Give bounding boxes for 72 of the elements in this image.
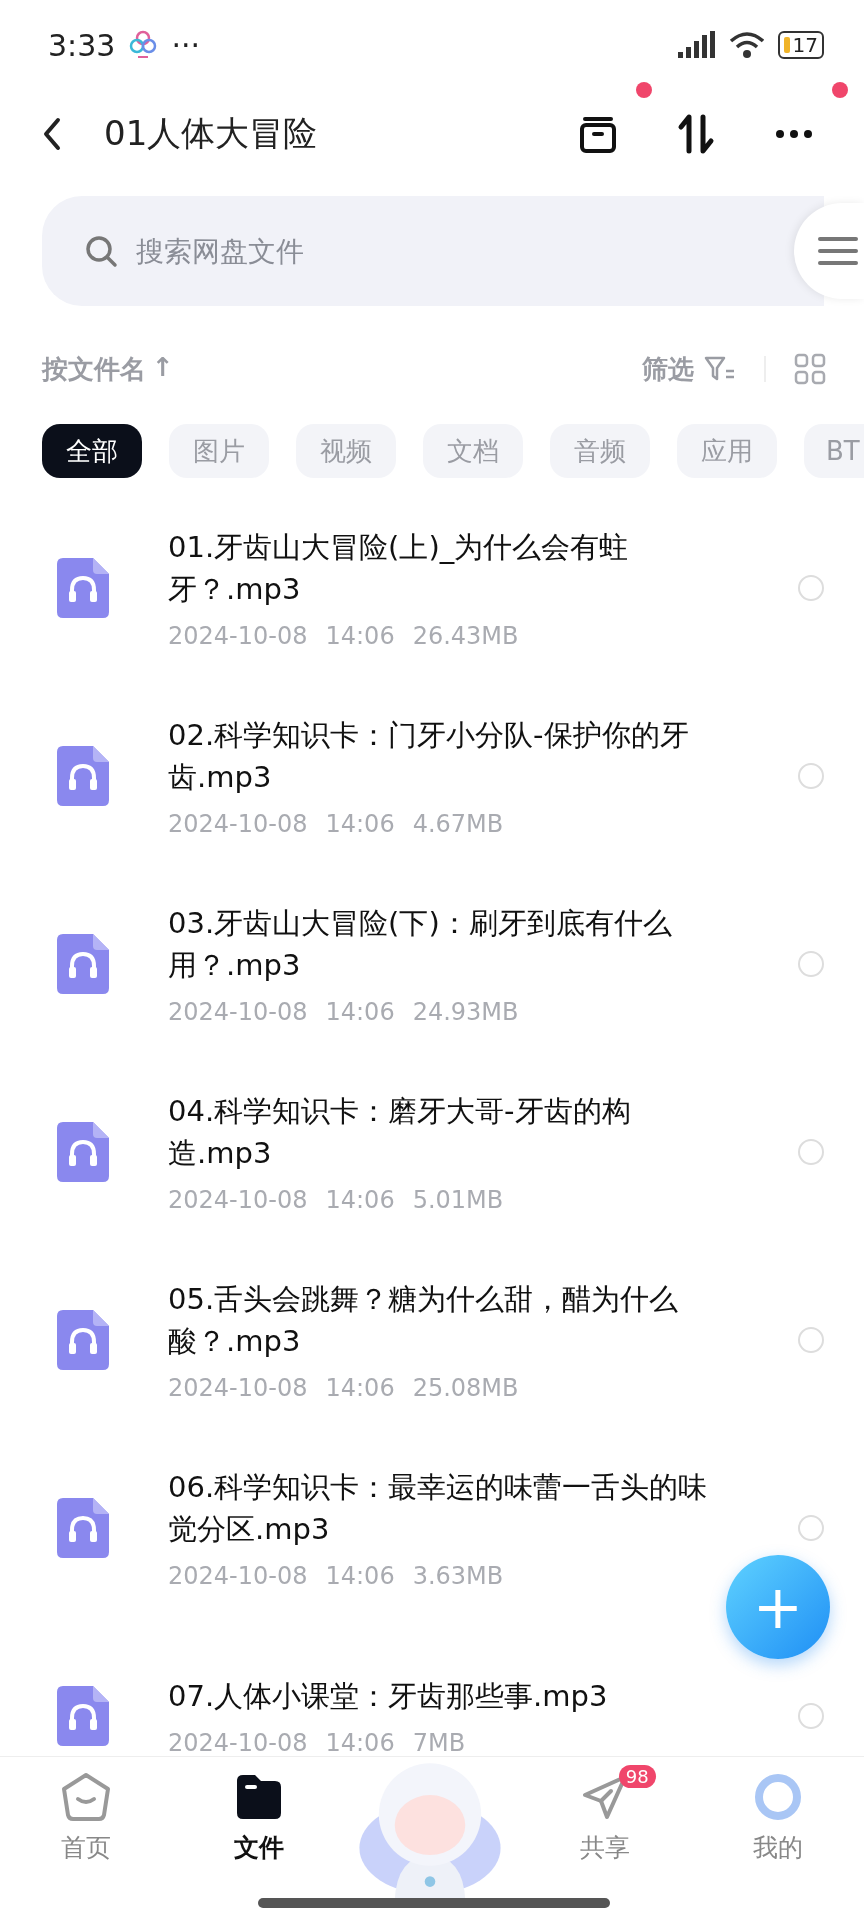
file-size: 24.93MB xyxy=(412,998,519,1026)
sort-by-name[interactable]: 按文件名 xyxy=(42,351,146,387)
file-time: 14:06 xyxy=(325,1374,395,1402)
file-name[interactable]: 07.人体小课堂：牙齿那些事.mp3 xyxy=(168,1675,728,1717)
file-time: 14:06 xyxy=(325,1186,395,1214)
wifi-icon xyxy=(727,30,766,60)
category-chip[interactable]: 文档 xyxy=(423,424,523,478)
category-chip[interactable]: 图片 xyxy=(169,424,269,478)
file-name[interactable]: 02.科学知识卡：门牙小分队-保护你的牙齿.mp3 xyxy=(168,714,728,798)
filter-link[interactable]: 筛选 xyxy=(642,351,694,387)
select-radio[interactable] xyxy=(798,951,824,977)
audio-file-icon xyxy=(55,744,111,808)
audio-file-icon xyxy=(55,1120,111,1184)
file-size: 4.67MB xyxy=(412,810,504,838)
select-radio[interactable] xyxy=(798,1703,824,1729)
audio-file-icon xyxy=(55,932,111,996)
file-time: 14:06 xyxy=(325,622,395,650)
grid-view-icon[interactable] xyxy=(794,353,826,385)
file-date: 2024-10-08 xyxy=(168,998,308,1026)
audio-file-icon xyxy=(55,1308,111,1372)
select-radio[interactable] xyxy=(798,1327,824,1353)
file-date: 2024-10-08 xyxy=(168,622,308,650)
file-name[interactable]: 05.舌头会跳舞？糖为什么甜，醋为什么酸？.mp3 xyxy=(168,1278,728,1362)
file-name[interactable]: 01.牙齿山大冒险(上)_为什么会有蛀牙？.mp3 xyxy=(168,526,728,610)
add-button[interactable]: + xyxy=(726,1555,830,1659)
file-size: 25.08MB xyxy=(412,1374,519,1402)
cloud-app-icon xyxy=(129,30,158,60)
select-radio[interactable] xyxy=(798,763,824,789)
audio-file-icon xyxy=(55,556,111,620)
file-name[interactable]: 03.牙齿山大冒险(下)：刷牙到底有什么用？.mp3 xyxy=(168,902,728,986)
file-date: 2024-10-08 xyxy=(168,1374,308,1402)
file-time: 14:06 xyxy=(325,998,395,1026)
category-chip[interactable]: BT xyxy=(804,424,864,478)
file-date: 2024-10-08 xyxy=(168,1562,308,1590)
select-radio[interactable] xyxy=(798,1139,824,1165)
file-size: 5.01MB xyxy=(412,1186,504,1214)
filter-icon[interactable] xyxy=(704,355,736,383)
category-chip[interactable]: 应用 xyxy=(677,424,777,478)
nav-tab[interactable]: 首页 xyxy=(60,1771,113,1864)
file-name[interactable]: 04.科学知识卡：磨牙大哥-牙齿的构造.mp3 xyxy=(168,1090,728,1174)
audio-file-icon xyxy=(55,1684,111,1748)
sort-arrow: ↑ xyxy=(152,351,174,384)
more-notifications: ··· xyxy=(171,27,200,63)
file-date: 2024-10-08 xyxy=(168,810,308,838)
select-radio[interactable] xyxy=(798,1515,824,1541)
search-icon xyxy=(84,234,118,268)
file-name[interactable]: 06.科学知识卡：最幸运的味蕾一舌头的味觉分区.mp3 xyxy=(168,1466,728,1550)
battery-indicator: 17 xyxy=(777,31,824,59)
signal-icon xyxy=(675,30,716,60)
category-chip[interactable]: 全部 xyxy=(42,424,142,478)
category-chip[interactable]: 视频 xyxy=(296,424,396,478)
file-time: 14:06 xyxy=(325,810,395,838)
category-chip[interactable]: 音频 xyxy=(550,424,650,478)
file-size: 26.43MB xyxy=(412,622,519,650)
select-radio[interactable] xyxy=(798,575,824,601)
search-input[interactable]: 搜索网盘文件 xyxy=(136,221,784,281)
nav-tab[interactable]: 文件 xyxy=(233,1771,286,1864)
file-size: 3.63MB xyxy=(412,1562,504,1590)
audio-file-icon xyxy=(55,1496,111,1560)
file-date: 2024-10-08 xyxy=(168,1729,308,1756)
menu-icon xyxy=(818,236,858,266)
search-field[interactable]: 搜索网盘文件 xyxy=(42,196,824,306)
file-date: 2024-10-08 xyxy=(168,1186,308,1214)
count-badge: 98 xyxy=(618,1765,656,1788)
home-icon xyxy=(60,1771,113,1823)
file-size: 7MB xyxy=(412,1729,466,1756)
file-time: 14:06 xyxy=(325,1562,395,1590)
more-icon xyxy=(776,130,812,138)
clock: 3:33 xyxy=(48,27,116,63)
nav-tab[interactable]: 我的 xyxy=(751,1771,804,1864)
file-time: 14:06 xyxy=(325,1729,395,1756)
page-title: 01人体大冒险 xyxy=(104,112,319,155)
